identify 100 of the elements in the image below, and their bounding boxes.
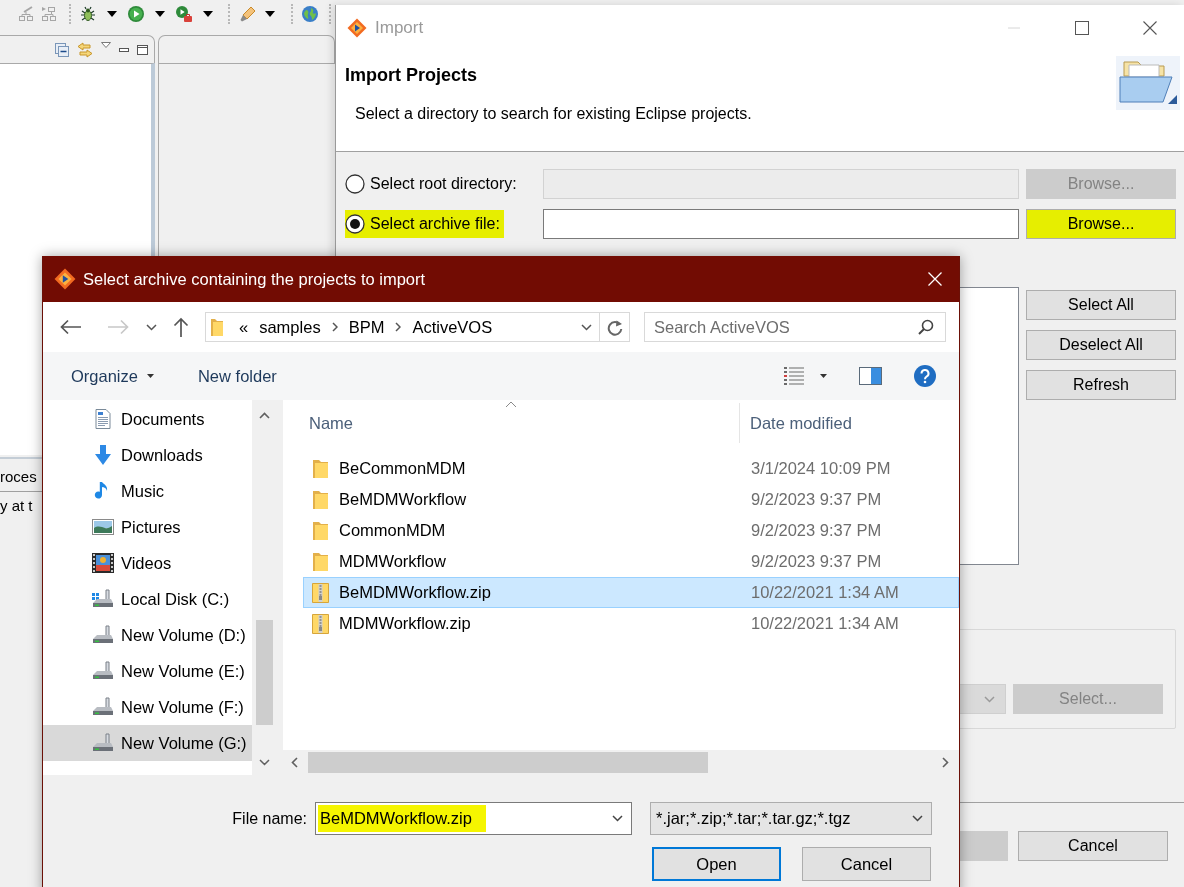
chevron-up-icon[interactable]: [258, 412, 270, 419]
pen-icon[interactable]: [240, 6, 256, 22]
caret-down-icon[interactable]: [820, 374, 827, 378]
chevron-down-icon: [984, 695, 995, 703]
page-heading: Import Projects: [345, 64, 478, 86]
menu-icon[interactable]: [101, 42, 111, 48]
collapse-icon[interactable]: [55, 42, 69, 57]
radio-button[interactable]: Select archive file:: [345, 210, 504, 238]
nav-item[interactable]: Music: [43, 473, 252, 509]
radio-icon[interactable]: [345, 174, 365, 194]
nav-item[interactable]: New Volume (G:): [43, 725, 252, 761]
scrollbar-thumb[interactable]: [308, 752, 708, 773]
caret-down-icon[interactable]: [203, 11, 213, 17]
column-header[interactable]: Date modified: [740, 403, 959, 443]
dialog-button[interactable]: Cancel: [1018, 831, 1168, 861]
file-name: BeCommonMDM: [339, 459, 466, 478]
open-folder-icon: [1116, 56, 1180, 110]
column-header[interactable]: Name: [283, 403, 740, 443]
view-text: y at t: [0, 497, 34, 514]
toolbar-button[interactable]: Organize: [71, 366, 154, 386]
radio-button[interactable]: Select root directory:: [345, 170, 521, 198]
list-action-button[interactable]: Refresh: [1026, 370, 1176, 400]
folder-icon: [312, 520, 329, 541]
preview-pane-icon[interactable]: [859, 367, 882, 385]
file-row[interactable]: MDMWorkflow.zip 10/22/2021 1:34 AM: [303, 608, 959, 639]
list-action-button[interactable]: Select All: [1026, 290, 1176, 320]
drive-icon: [92, 625, 114, 645]
breadcrumb-item[interactable]: ActiveVOS: [412, 317, 493, 337]
picture-icon: [92, 517, 114, 537]
chevron-down-icon[interactable]: [146, 323, 157, 331]
maximize-icon[interactable]: [1075, 20, 1089, 35]
chevron-right-icon[interactable]: [395, 322, 402, 332]
caret-down-icon[interactable]: [265, 11, 275, 17]
file-name: MDMWorkflow: [339, 552, 446, 571]
nav-item[interactable]: Local Disk (C:): [43, 581, 252, 617]
folder-icon: [312, 489, 329, 510]
file-type-dropdown[interactable]: *.jar;*.zip;*.tar;*.tar.gz;*.tgz: [650, 802, 932, 835]
play-toolbox-icon[interactable]: [176, 6, 192, 22]
toolbar-button[interactable]: New folder: [197, 366, 277, 386]
page-description: Select a directory to search for existing Eclipse projects.: [355, 104, 752, 124]
close-icon[interactable]: [1143, 20, 1157, 35]
file-date: 3/1/2024 10:09 PM: [751, 459, 891, 478]
back-arrow-icon[interactable]: [60, 319, 82, 335]
nav-item[interactable]: Pictures: [43, 509, 252, 545]
breadcrumb-overflow[interactable]: «: [239, 317, 249, 337]
chevron-right-icon[interactable]: [942, 757, 949, 768]
up-arrow-icon[interactable]: [173, 317, 189, 337]
play-icon[interactable]: [128, 6, 144, 22]
help-icon[interactable]: [914, 365, 936, 387]
text-field[interactable]: [543, 209, 1019, 239]
diamond-logo-icon: [347, 17, 367, 38]
field-label: File name:: [231, 809, 307, 828]
file-row[interactable]: BeMDMWorkflow.zip 10/22/2021 1:34 AM: [303, 577, 959, 608]
nav-item[interactable]: New Volume (E:): [43, 653, 252, 689]
breadcrumb-item[interactable]: BPM: [348, 317, 385, 337]
nav-item[interactable]: New Volume (D:): [43, 617, 252, 653]
project-list[interactable]: [960, 287, 1019, 565]
drive-icon: [92, 589, 114, 609]
file-name: BeMDMWorkflow.zip: [339, 583, 491, 602]
nav-item[interactable]: New Volume (F:): [43, 689, 252, 725]
drive-icon: [92, 733, 114, 753]
file-date: 9/2/2023 9:37 PM: [751, 521, 882, 540]
file-name: MDMWorkflow.zip: [339, 614, 471, 633]
list-action-button[interactable]: Deselect All: [1026, 330, 1176, 360]
nav-item[interactable]: Downloads: [43, 437, 252, 473]
view-tab[interactable]: roces: [0, 468, 37, 491]
address-bar[interactable]: « samples BPM ActiveVOS: [205, 312, 630, 342]
details-view-icon[interactable]: [784, 367, 804, 385]
breadcrumb-item[interactable]: samples: [259, 317, 321, 337]
window-title: Select archive containing the projects to import: [83, 269, 426, 289]
film-icon: [92, 553, 114, 573]
sort-chevron-icon: [505, 401, 517, 408]
chevron-right-icon[interactable]: [331, 322, 338, 332]
folder-icon: [312, 458, 329, 479]
nav-item[interactable]: Documents: [43, 401, 252, 437]
file-row[interactable]: CommonMDM 9/2/2023 9:37 PM: [303, 515, 959, 546]
chevron-down-icon[interactable]: [581, 323, 592, 331]
minimize-icon[interactable]: [119, 47, 129, 52]
file-row[interactable]: MDMWorkflow 9/2/2023 9:37 PM: [303, 546, 959, 577]
chevron-down-icon[interactable]: [612, 815, 623, 822]
chevron-down-icon[interactable]: [258, 759, 270, 766]
caret-down-icon[interactable]: [155, 11, 165, 17]
dialog-button[interactable]: Cancel: [802, 847, 931, 881]
search-field[interactable]: Search ActiveVOS: [644, 312, 946, 342]
file-name: BeMDMWorkflow: [339, 490, 467, 509]
nav-item[interactable]: Videos: [43, 545, 252, 581]
maximize-icon[interactable]: [137, 44, 148, 55]
folder-icon: [211, 318, 223, 336]
file-row[interactable]: BeCommonMDM 3/1/2024 10:09 PM: [303, 453, 959, 484]
chevron-left-icon[interactable]: [291, 757, 298, 768]
caret-down-icon[interactable]: [107, 11, 117, 17]
radio-icon[interactable]: [345, 214, 365, 234]
scrollbar-thumb[interactable]: [255, 620, 273, 725]
file-row[interactable]: BeMDMWorkflow 9/2/2023 9:37 PM: [303, 484, 959, 515]
file-name-field[interactable]: BeMDMWorkflow.zip: [315, 802, 632, 835]
diamond-logo-icon: [54, 268, 76, 290]
dialog-button[interactable]: Open: [652, 847, 781, 881]
globe-icon[interactable]: [302, 6, 318, 22]
browse-button[interactable]: Browse...: [1026, 209, 1176, 239]
bug-icon[interactable]: [80, 6, 96, 22]
